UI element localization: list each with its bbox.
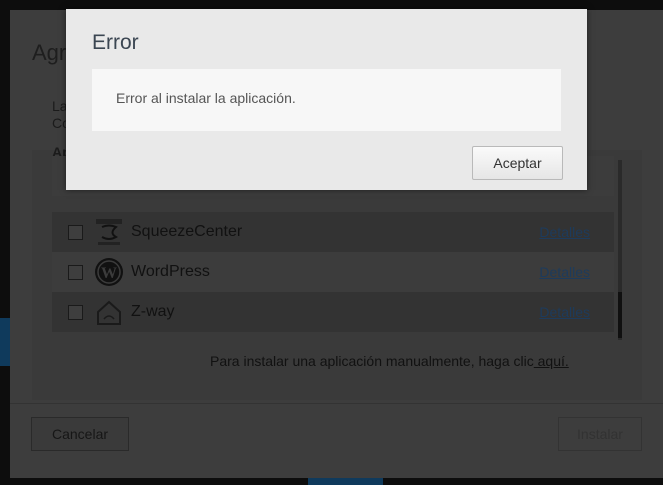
error-message: Error al instalar la aplicación. (116, 90, 296, 106)
app-checkbox[interactable] (68, 305, 83, 320)
cancel-button[interactable]: Cancelar (31, 417, 129, 451)
accept-button[interactable]: Aceptar (472, 146, 563, 180)
app-row[interactable]: SqueezeCenter Detalles (52, 212, 614, 252)
squeezecenter-icon (94, 217, 124, 247)
svg-text:W: W (101, 265, 117, 282)
modal-message-box: Error al instalar la aplicación. (92, 69, 561, 131)
zway-house-icon (94, 297, 124, 327)
dialog-title: Agr (32, 40, 67, 65)
error-modal: Error Error al instalar la aplicación. A… (66, 9, 587, 190)
manual-install-text: Para instalar una aplicación manualmente… (210, 353, 569, 369)
details-link[interactable]: Detalles (539, 224, 590, 240)
backdrop-strip-left (0, 318, 10, 366)
wordpress-icon: W (94, 257, 124, 287)
list-scrollbar-thumb[interactable] (618, 292, 622, 338)
manual-install-link[interactable]: aquí. (534, 353, 569, 369)
app-name: WordPress (131, 263, 210, 280)
app-name: Z-way (131, 303, 175, 320)
app-row[interactable]: Z-way Detalles (52, 292, 614, 332)
details-link[interactable]: Detalles (539, 304, 590, 320)
install-button[interactable]: Instalar (558, 417, 642, 451)
app-checkbox[interactable] (68, 225, 83, 240)
app-name: SqueezeCenter (131, 223, 243, 240)
app-row[interactable]: W WordPress Detalles (52, 252, 614, 292)
app-checkbox[interactable] (68, 265, 83, 280)
footer-divider (10, 403, 663, 404)
manual-install-label: Para instalar una aplicación manualmente… (210, 353, 534, 369)
details-link[interactable]: Detalles (539, 264, 590, 280)
modal-title: Error (92, 31, 139, 54)
backdrop-strip-bottom (308, 478, 383, 485)
